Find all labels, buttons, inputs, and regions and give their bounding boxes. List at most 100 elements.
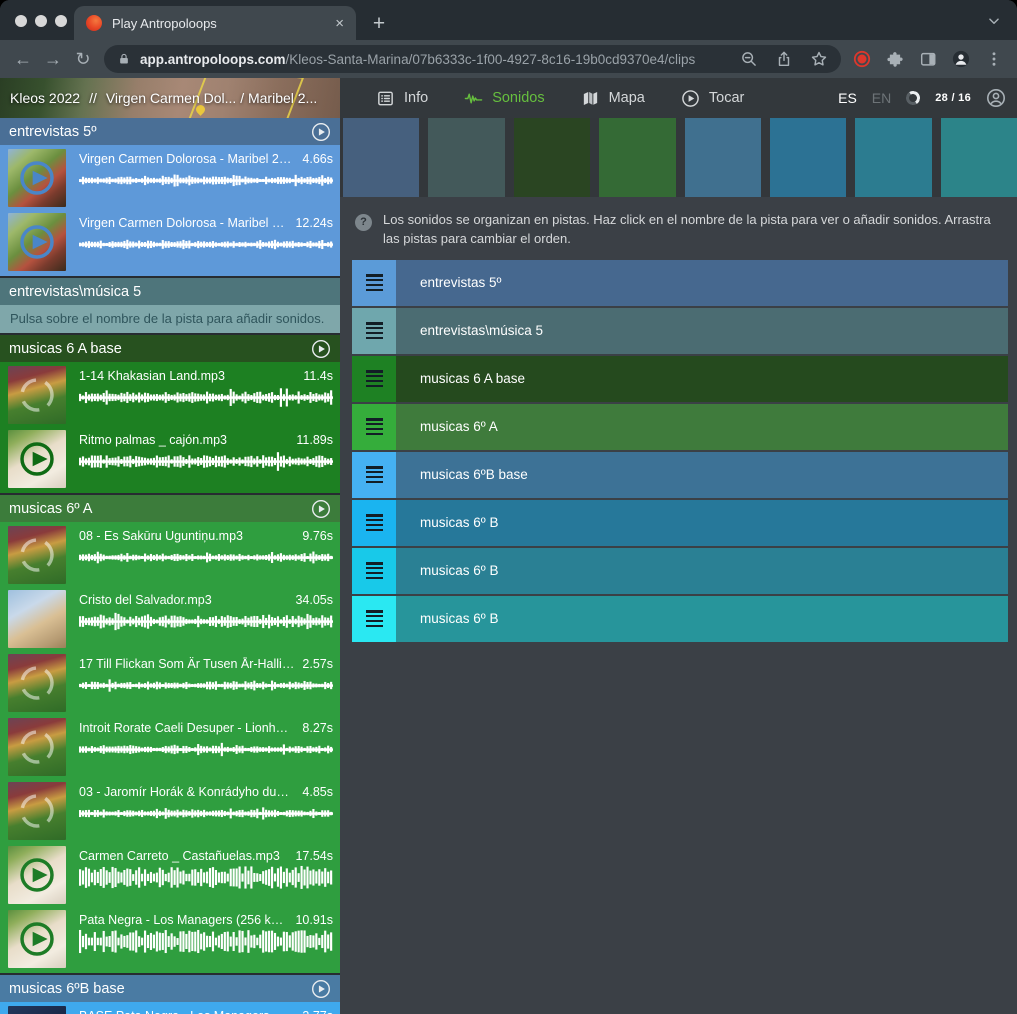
clip-waveform (79, 609, 333, 634)
new-tab-button[interactable]: + (364, 8, 394, 40)
track-row-body[interactable]: musicas 6º B (396, 500, 1008, 546)
extensions-puzzle-icon[interactable] (886, 50, 904, 68)
track-section-header[interactable]: entrevistas 5º (0, 118, 340, 145)
clip-thumbnail[interactable] (8, 910, 66, 968)
kebab-menu-icon[interactable] (985, 50, 1003, 68)
clip-thumbnail[interactable] (8, 846, 66, 904)
track-section-header[interactable]: entrevistas\música 5 (0, 278, 340, 305)
clip-body: Virgen Carmen Dolorosa - Maribel 2.mp34.… (79, 146, 333, 193)
back-button[interactable]: ← (8, 44, 38, 74)
section-play-button[interactable] (311, 499, 331, 519)
track-row-body[interactable]: entrevistas\música 5 (396, 308, 1008, 354)
clip-row[interactable]: Ritmo palmas _ cajón.mp311.89s (0, 427, 340, 491)
drag-handle-bar-icon (366, 428, 383, 431)
track-row[interactable]: entrevistas\música 5 (352, 308, 1008, 354)
clip-thumbnail[interactable] (8, 149, 66, 207)
clip-row[interactable]: 1-14 Khakasian Land.mp311.4s (0, 363, 340, 427)
record-extension-icon[interactable] (853, 50, 871, 68)
clip-row[interactable]: 03 - Jaromír Horák & Konrádyho dudácká .… (0, 779, 340, 843)
clip-row[interactable]: BASE Pata Negra - Los Managers3.77s (0, 1003, 340, 1014)
side-panel-icon[interactable] (919, 50, 937, 68)
tab-close-icon[interactable]: × (335, 16, 344, 31)
track-row[interactable]: musicas 6º B (352, 548, 1008, 594)
section-play-button[interactable] (311, 979, 331, 999)
clip-row[interactable]: Cristo del Salvador.mp334.05s (0, 587, 340, 651)
clip-list: 1-14 Khakasian Land.mp311.4sRitmo palmas… (0, 362, 340, 493)
track-row[interactable]: musicas 6º A (352, 404, 1008, 450)
drag-handle[interactable] (352, 548, 396, 594)
drag-handle[interactable] (352, 356, 396, 402)
drag-handle[interactable] (352, 308, 396, 354)
track-row[interactable]: musicas 6º B (352, 596, 1008, 642)
nav-tab-sonidos[interactable]: Sonidos (464, 89, 544, 108)
forward-button[interactable]: → (38, 44, 68, 74)
nav-tab-info[interactable]: Info (376, 89, 428, 108)
nav-tab-mapa[interactable]: Mapa (581, 89, 645, 108)
address-bar[interactable]: app.antropoloops.com/Kleos-Santa-Marina/… (104, 45, 841, 73)
track-row-body[interactable]: musicas 6º B (396, 596, 1008, 642)
clip-row[interactable]: Virgen Carmen Dolorosa - Maribel 2.mp34.… (0, 146, 340, 210)
zoom-window-button[interactable] (55, 15, 67, 27)
breadcrumb-separator: // (89, 90, 97, 106)
track-row[interactable]: musicas 6 A base (352, 356, 1008, 402)
track-row-body[interactable]: musicas 6ºB base (396, 452, 1008, 498)
account-icon[interactable] (986, 88, 1006, 108)
browser-tab-strip: Play Antropoloops × + (0, 0, 1017, 40)
nav-tab-tocar[interactable]: Tocar (681, 89, 744, 108)
clip-thumbnail[interactable] (8, 654, 66, 712)
track-row[interactable]: entrevistas 5º (352, 260, 1008, 306)
clip-thumbnail[interactable] (8, 526, 66, 584)
clip-thumbnail[interactable] (8, 430, 66, 488)
track-row[interactable]: musicas 6ºB base (352, 452, 1008, 498)
tab-search-chevron-icon[interactable] (985, 12, 1003, 30)
section-play-button[interactable] (311, 339, 331, 359)
clip-thumbnail[interactable] (8, 590, 66, 648)
track-section-header[interactable]: musicas 6º A (0, 495, 340, 522)
drag-handle[interactable] (352, 596, 396, 642)
reload-button[interactable]: ↻ (68, 44, 98, 74)
track-section: musicas 6ºB baseBASE Pata Negra - Los Ma… (0, 973, 340, 1014)
language-en[interactable]: EN (872, 90, 891, 106)
close-window-button[interactable] (15, 15, 27, 27)
drag-handle[interactable] (352, 260, 396, 306)
bookmark-star-icon[interactable] (810, 50, 828, 68)
clip-thumbnail[interactable] (8, 718, 66, 776)
track-row-body[interactable]: entrevistas 5º (396, 260, 1008, 306)
track-row-body[interactable]: musicas 6 A base (396, 356, 1008, 402)
track-row-body[interactable]: musicas 6º A (396, 404, 1008, 450)
drag-handle[interactable] (352, 452, 396, 498)
clip-row[interactable]: Pata Negra - Los Managers (256 kbps).mp3… (0, 907, 340, 971)
track-list: entrevistas 5ºentrevistas\música 5musica… (340, 251, 1017, 642)
clip-duration: 8.27s (302, 721, 333, 735)
profile-avatar-icon[interactable] (952, 50, 970, 68)
clip-thumbnail[interactable] (8, 1006, 66, 1014)
language-es[interactable]: ES (838, 90, 857, 106)
track-section-header[interactable]: musicas 6 A base (0, 335, 340, 362)
lock-icon (117, 52, 131, 66)
breadcrumb-project[interactable]: Kleos 2022 (10, 90, 80, 106)
track-row[interactable]: musicas 6º B (352, 500, 1008, 546)
drag-handle[interactable] (352, 404, 396, 450)
clip-title: Carmen Carreto _ Castañuelas.mp3 (79, 849, 287, 863)
minimize-window-button[interactable] (35, 15, 47, 27)
clip-thumbnail[interactable] (8, 782, 66, 840)
clip-row[interactable]: 08 - Es Sakūru Uguntiņu.mp39.76s (0, 523, 340, 587)
drag-handle[interactable] (352, 500, 396, 546)
share-icon[interactable] (775, 50, 793, 68)
clip-thumbnail[interactable] (8, 213, 66, 271)
clip-row[interactable]: Virgen Carmen Dolorosa - Maribel 2.mp312… (0, 210, 340, 274)
clip-row[interactable]: Carmen Carreto _ Castañuelas.mp317.54s (0, 843, 340, 907)
track-color-swatch (685, 118, 761, 197)
clip-row[interactable]: 17 Till Flickan Som Är Tusen År-Halling … (0, 651, 340, 715)
section-play-button[interactable] (311, 122, 331, 142)
track-row-body[interactable]: musicas 6º B (396, 548, 1008, 594)
track-section-header[interactable]: musicas 6ºB base (0, 975, 340, 1002)
clip-thumbnail[interactable] (8, 366, 66, 424)
clip-title: 17 Till Flickan Som Är Tusen År-Halling … (79, 657, 294, 671)
browser-tab[interactable]: Play Antropoloops × (74, 6, 356, 40)
clip-title: 1-14 Khakasian Land.mp3 (79, 369, 295, 383)
clip-row[interactable]: Introit Rorate Caeli Desuper - Lionheart… (0, 715, 340, 779)
clip-body: Virgen Carmen Dolorosa - Maribel 2.mp312… (79, 210, 333, 257)
breadcrumb-trail[interactable]: Virgen Carmen Dol... / Maribel 2... (106, 90, 317, 106)
zoom-out-icon[interactable] (740, 50, 758, 68)
